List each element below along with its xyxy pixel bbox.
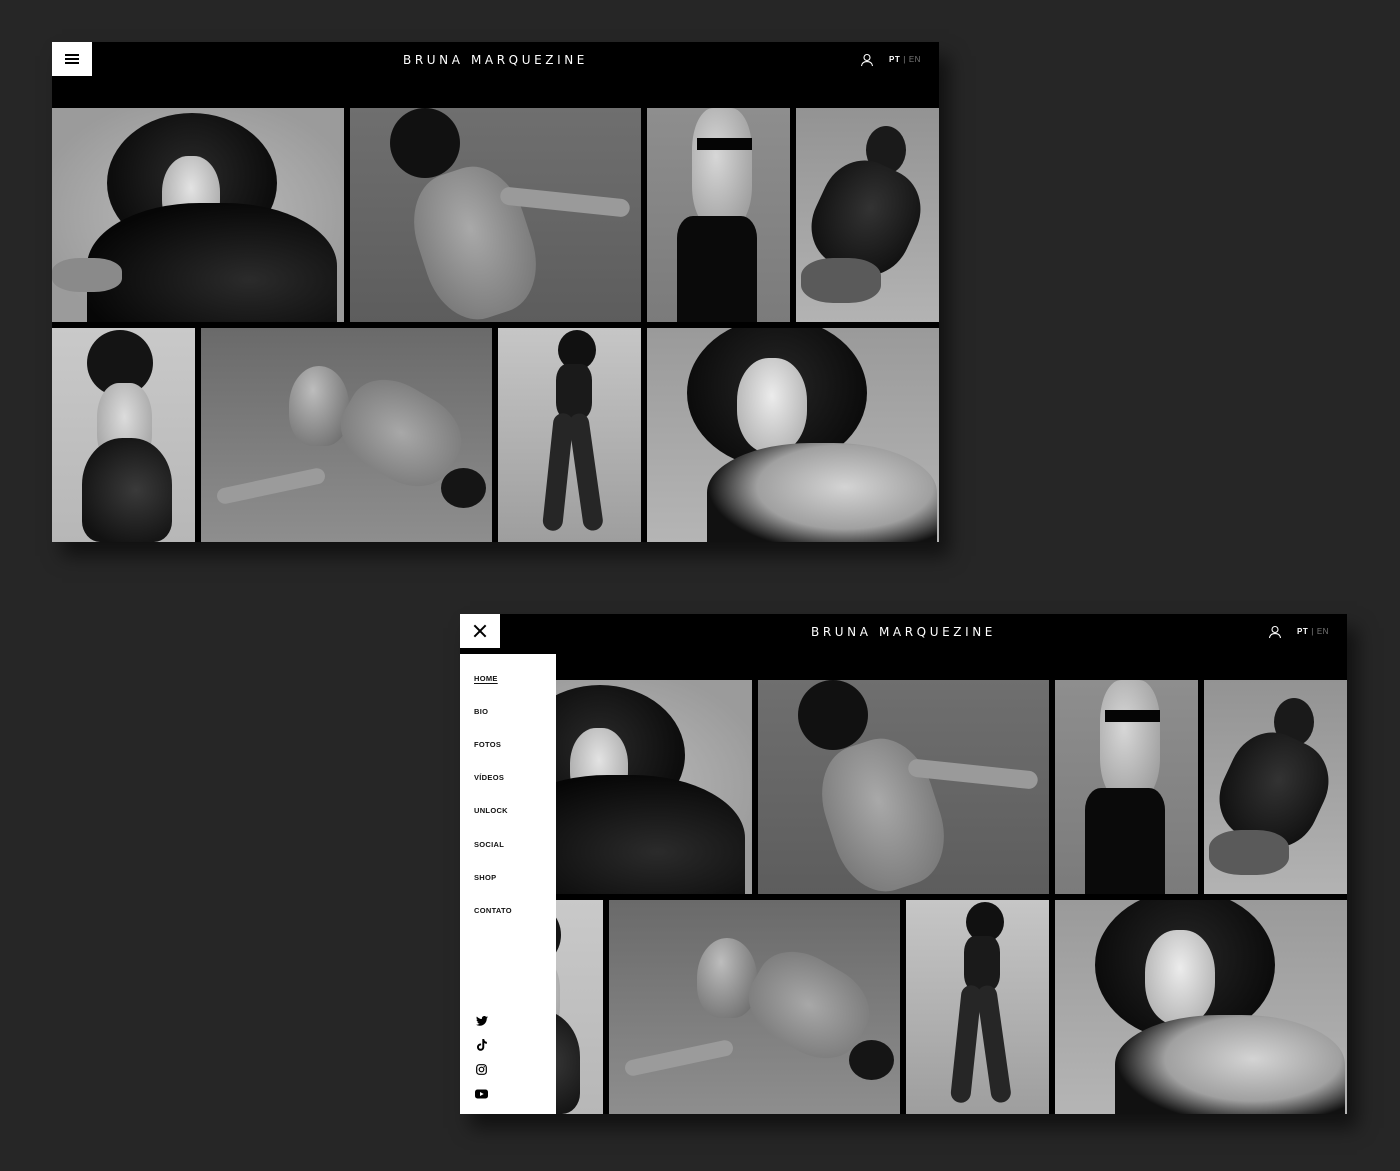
gallery-photo-7[interactable] [498,328,641,542]
gallery-photo-1[interactable] [52,108,344,322]
gallery-photo-2[interactable] [350,108,641,322]
nav-item-home[interactable]: HOME [474,674,498,683]
youtube-icon[interactable] [475,1087,488,1100]
lang-separator: | [1311,627,1314,636]
lang-separator: | [903,55,906,64]
lang-pt[interactable]: PT [1297,627,1308,636]
lang-pt[interactable]: PT [889,55,900,64]
side-nav-menu: HOME BIO FOTOS VÍDEOS UNLOCK SOCIAL SHOP… [460,654,556,1114]
gallery-photo-2[interactable] [758,680,1049,894]
header-bar: BRUNA MARQUEZINE PT | EN [460,614,1347,680]
brand-title[interactable]: BRUNA MARQUEZINE [460,625,1347,639]
nav-item-videos[interactable]: VÍDEOS [474,773,504,782]
lang-en[interactable]: EN [1317,627,1329,636]
desktop-mockup-default: BRUNA MARQUEZINE PT | EN [52,42,939,542]
gallery-photo-6[interactable] [201,328,492,542]
language-switcher: PT | EN [1297,627,1329,636]
nav-item-social[interactable]: SOCIAL [474,840,504,849]
user-icon[interactable] [860,53,874,67]
gallery-photo-5[interactable] [52,328,195,542]
desktop-mockup-menu-open: BRUNA MARQUEZINE PT | EN HOME BIO FOTOS … [460,614,1347,1114]
gallery-photo-3[interactable] [647,108,790,322]
instagram-icon[interactable] [475,1063,488,1076]
header-bar: BRUNA MARQUEZINE PT | EN [52,42,939,108]
language-switcher: PT | EN [889,55,921,64]
gallery-photo-4[interactable] [1204,680,1347,894]
gallery-photo-6[interactable] [609,900,900,1114]
gallery-photo-8[interactable] [1055,900,1347,1114]
tiktok-icon[interactable] [475,1038,488,1051]
nav-item-contato[interactable]: CONTATO [474,906,512,915]
nav-item-fotos[interactable]: FOTOS [474,740,501,749]
nav-item-shop[interactable]: SHOP [474,873,496,882]
gallery-photo-7[interactable] [906,900,1049,1114]
gallery-photo-3[interactable] [1055,680,1198,894]
user-icon[interactable] [1268,625,1282,639]
nav-item-bio[interactable]: BIO [474,707,488,716]
brand-title[interactable]: BRUNA MARQUEZINE [52,53,939,67]
gallery-photo-8[interactable] [647,328,939,542]
twitter-icon[interactable] [475,1014,488,1027]
lang-en[interactable]: EN [909,55,921,64]
gallery-photo-4[interactable] [796,108,939,322]
nav-item-unlock[interactable]: UNLOCK [474,806,508,815]
